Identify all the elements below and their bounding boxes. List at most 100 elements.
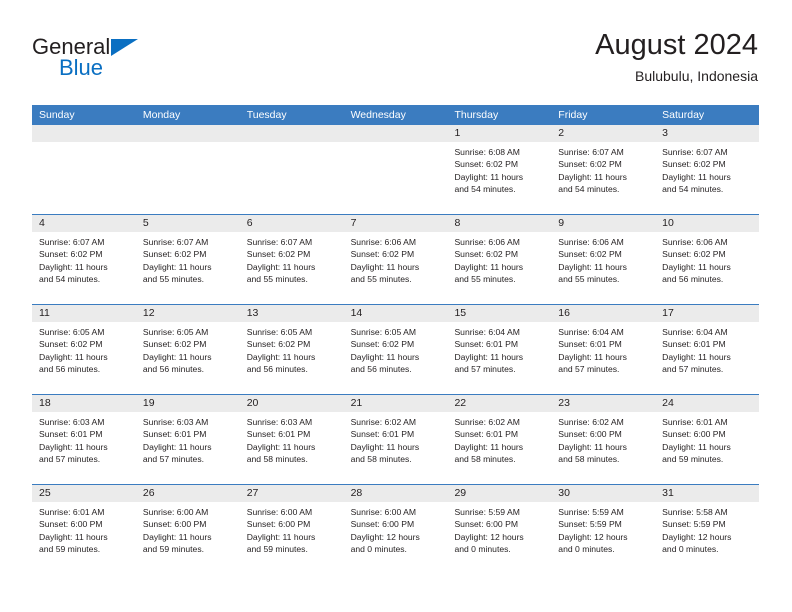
daylight-text-line1: Daylight: 11 hours	[39, 441, 108, 452]
day-number: 6	[239, 215, 344, 232]
calendar-day-cell[interactable]: 13 Sunrise: 6:05 AM Sunset: 6:02 PM Dayligh…	[239, 305, 344, 394]
calendar-day-cell[interactable]: 31 Sunrise: 5:58 AM Sunset: 5:59 PM Dayligh…	[655, 485, 760, 574]
calendar-week-row: 11 Sunrise: 6:05 AM Sunset: 6:02 PM Dayligh…	[32, 304, 760, 394]
sunset-text: Sunset: 6:02 PM	[454, 159, 518, 170]
day-number: 28	[343, 485, 448, 502]
sunrise-text: Sunrise: 5:59 AM	[454, 507, 520, 517]
day-sun-info: Sunrise: 6:07 AM Sunset: 6:02 PM Daylight:…	[136, 232, 240, 285]
day-sun-info: Sunrise: 6:07 AM Sunset: 6:02 PM Daylight:…	[655, 142, 759, 195]
calendar-day-cell[interactable]: 21 Sunrise: 6:02 AM Sunset: 6:01 PM Dayligh…	[343, 395, 448, 484]
day-sun-info: Sunrise: 6:07 AM Sunset: 6:02 PM Daylight:…	[240, 232, 344, 285]
daylight-text-line2: and 0 minutes.	[662, 544, 719, 555]
daylight-text-line2: and 58 minutes.	[246, 454, 308, 465]
dow-monday: Monday	[142, 109, 181, 121]
day-sun-info: Sunrise: 6:05 AM Sunset: 6:02 PM Daylight:…	[240, 322, 344, 375]
sunrise-text: Sunrise: 6:07 AM	[246, 237, 313, 247]
calendar-day-cell[interactable]: 5 Sunrise: 6:07 AM Sunset: 6:02 PM Daylight…	[135, 215, 240, 304]
daylight-text-line1: Daylight: 11 hours	[246, 261, 316, 272]
calendar-day-cell[interactable]: 16 Sunrise: 6:04 AM Sunset: 6:01 PM Dayligh…	[551, 305, 656, 394]
daylight-text-line2: and 57 minutes.	[39, 454, 101, 465]
sunset-text: Sunset: 5:59 PM	[558, 519, 622, 530]
calendar-day-cell[interactable]: 26 Sunrise: 6:00 AM Sunset: 6:00 PM Dayligh…	[135, 485, 240, 574]
sunrise-text: Sunrise: 6:00 AM	[142, 507, 209, 517]
day-sun-info: Sunrise: 6:00 AM Sunset: 6:00 PM Daylight:…	[344, 502, 448, 555]
day-sun-info: Sunrise: 6:04 AM Sunset: 6:01 PM Daylight:…	[447, 322, 551, 375]
day-sun-info: Sunrise: 6:03 AM Sunset: 6:01 PM Daylight:…	[240, 412, 344, 465]
daylight-text-line1: Daylight: 11 hours	[142, 351, 212, 362]
calendar-day-cell[interactable]: 20 Sunrise: 6:03 AM Sunset: 6:01 PM Dayligh…	[239, 395, 344, 484]
sunset-text: Sunset: 6:02 PM	[662, 249, 726, 260]
calendar-day-cell[interactable]: 11 Sunrise: 6:05 AM Sunset: 6:02 PM Dayligh…	[32, 305, 136, 394]
calendar-day-cell[interactable]: 2 Sunrise: 6:07 AM Sunset: 6:02 PM Daylight…	[551, 125, 656, 214]
daylight-text-line2: and 58 minutes.	[350, 454, 412, 465]
calendar-day-cell[interactable]: 10 Sunrise: 6:06 AM Sunset: 6:02 PM Dayligh…	[655, 215, 760, 304]
day-number: 24	[655, 395, 760, 412]
calendar-week-row: 25 Sunrise: 6:01 AM Sunset: 6:00 PM Dayligh…	[32, 484, 760, 574]
day-number	[135, 125, 240, 142]
sunrise-text: Sunrise: 5:59 AM	[558, 507, 624, 517]
calendar-day-cell[interactable]: 9 Sunrise: 6:06 AM Sunset: 6:02 PM Daylight…	[551, 215, 656, 304]
day-number: 23	[551, 395, 656, 412]
sunrise-text: Sunrise: 6:07 AM	[39, 237, 105, 247]
dow-thursday: Thursday	[454, 109, 499, 121]
daylight-text-line1: Daylight: 11 hours	[558, 351, 627, 362]
calendar-day-cell[interactable]: 22 Sunrise: 6:02 AM Sunset: 6:01 PM Dayligh…	[447, 395, 552, 484]
sunset-text: Sunset: 5:59 PM	[662, 519, 726, 530]
calendar-page: General Blue August 2024 Bulubulu, Indon…	[0, 0, 792, 612]
calendar-day-cell[interactable]: 25 Sunrise: 6:01 AM Sunset: 6:00 PM Dayligh…	[32, 485, 136, 574]
sunset-text: Sunset: 6:02 PM	[142, 339, 207, 350]
daylight-text-line1: Daylight: 11 hours	[662, 261, 731, 272]
daylight-text-line2: and 59 minutes.	[142, 544, 205, 555]
calendar-day-empty	[135, 125, 240, 214]
calendar-day-cell[interactable]: 17 Sunrise: 6:04 AM Sunset: 6:01 PM Dayligh…	[655, 305, 760, 394]
day-sun-info: Sunrise: 6:04 AM Sunset: 6:01 PM Daylight:…	[551, 322, 655, 375]
sunset-text: Sunset: 6:02 PM	[39, 339, 103, 350]
calendar-day-cell[interactable]: 7 Sunrise: 6:06 AM Sunset: 6:02 PM Daylight…	[343, 215, 448, 304]
daylight-text-line2: and 57 minutes.	[662, 364, 724, 375]
sunset-text: Sunset: 6:00 PM	[142, 519, 207, 530]
day-number	[32, 125, 136, 142]
day-number: 16	[551, 305, 656, 322]
day-number: 9	[551, 215, 656, 232]
daylight-text-line2: and 56 minutes.	[246, 364, 308, 375]
calendar-day-cell[interactable]: 12 Sunrise: 6:05 AM Sunset: 6:02 PM Dayligh…	[135, 305, 240, 394]
sunset-text: Sunset: 6:02 PM	[39, 249, 103, 260]
calendar-day-cell[interactable]: 23 Sunrise: 6:02 AM Sunset: 6:00 PM Dayligh…	[551, 395, 656, 484]
sunrise-text: Sunrise: 6:06 AM	[454, 237, 520, 247]
day-number: 14	[343, 305, 448, 322]
calendar-day-cell[interactable]: 6 Sunrise: 6:07 AM Sunset: 6:02 PM Daylight…	[239, 215, 344, 304]
daylight-text-line1: Daylight: 11 hours	[454, 351, 524, 362]
calendar-day-cell[interactable]: 3 Sunrise: 6:07 AM Sunset: 6:02 PM Daylight…	[655, 125, 760, 214]
calendar-day-cell[interactable]: 15 Sunrise: 6:04 AM Sunset: 6:01 PM Dayligh…	[447, 305, 552, 394]
calendar-day-cell[interactable]: 29 Sunrise: 5:59 AM Sunset: 6:00 PM Dayligh…	[447, 485, 552, 574]
day-number: 31	[655, 485, 760, 502]
daylight-text-line2: and 55 minutes.	[350, 274, 412, 285]
daylight-text-line2: and 58 minutes.	[558, 454, 620, 465]
daylight-text-line2: and 0 minutes.	[350, 544, 407, 555]
calendar-day-cell[interactable]: 14 Sunrise: 6:05 AM Sunset: 6:02 PM Dayligh…	[343, 305, 448, 394]
brand-logo[interactable]: General Blue	[32, 34, 212, 94]
dow-sunday: Sunday	[39, 109, 75, 121]
daylight-text-line2: and 54 minutes.	[558, 184, 620, 195]
calendar-day-cell[interactable]: 1 Sunrise: 6:08 AM Sunset: 6:02 PM Daylight…	[447, 125, 552, 214]
calendar-day-cell[interactable]: 30 Sunrise: 5:59 AM Sunset: 5:59 PM Dayligh…	[551, 485, 656, 574]
calendar-day-cell[interactable]: 4 Sunrise: 6:07 AM Sunset: 6:02 PM Daylight…	[32, 215, 136, 304]
day-number: 22	[447, 395, 552, 412]
calendar-day-cell[interactable]: 27 Sunrise: 6:00 AM Sunset: 6:00 PM Dayligh…	[239, 485, 344, 574]
day-number: 20	[239, 395, 344, 412]
calendar-day-cell[interactable]: 28 Sunrise: 6:00 AM Sunset: 6:00 PM Dayligh…	[343, 485, 448, 574]
calendar-day-cell[interactable]: 19 Sunrise: 6:03 AM Sunset: 6:01 PM Dayligh…	[135, 395, 240, 484]
sunset-text: Sunset: 6:00 PM	[454, 519, 518, 530]
calendar-day-cell[interactable]: 8 Sunrise: 6:06 AM Sunset: 6:02 PM Daylight…	[447, 215, 552, 304]
day-sun-info: Sunrise: 6:08 AM Sunset: 6:02 PM Daylight:…	[447, 142, 551, 195]
day-sun-info: Sunrise: 6:06 AM Sunset: 6:02 PM Daylight:…	[655, 232, 759, 285]
day-sun-info: Sunrise: 6:00 AM Sunset: 6:00 PM Daylight:…	[136, 502, 240, 555]
calendar-day-cell[interactable]: 18 Sunrise: 6:03 AM Sunset: 6:01 PM Dayligh…	[32, 395, 136, 484]
day-number: 25	[32, 485, 136, 502]
sunrise-text: Sunrise: 6:05 AM	[350, 327, 417, 337]
sunset-text: Sunset: 6:00 PM	[662, 429, 726, 440]
day-number: 15	[447, 305, 552, 322]
day-number: 11	[32, 305, 136, 322]
calendar-day-cell[interactable]: 24 Sunrise: 6:01 AM Sunset: 6:00 PM Dayligh…	[655, 395, 760, 484]
calendar-week-row: 4 Sunrise: 6:07 AM Sunset: 6:02 PM Daylight…	[32, 214, 760, 304]
